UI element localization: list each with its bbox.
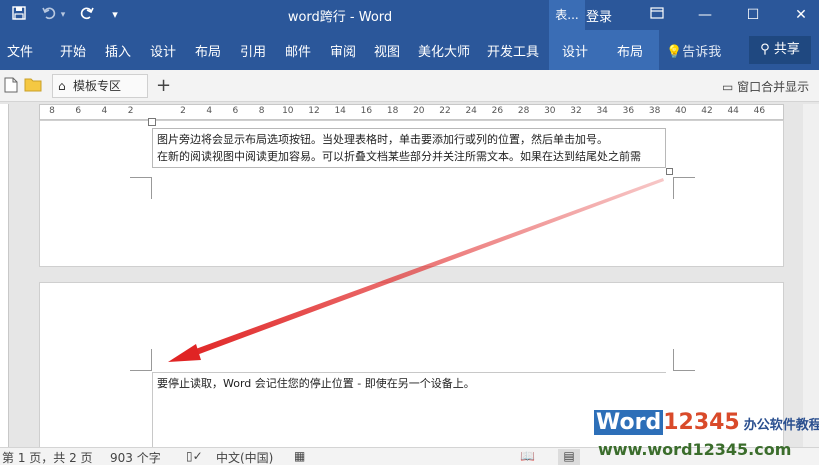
read-mode-icon[interactable]: 📖	[520, 449, 535, 463]
annotation-arrow	[168, 178, 664, 362]
word-count[interactable]: 903 个字	[110, 449, 161, 465]
language-indicator[interactable]: 中文(中国)	[216, 449, 273, 465]
watermark-logo: Word12345 办公软件教程	[594, 410, 819, 435]
site-watermark: Word12345 办公软件教程 www.word12345.com	[594, 410, 819, 462]
print-layout-icon[interactable]: ▤	[558, 449, 580, 465]
macro-icon[interactable]: ▦	[294, 449, 305, 463]
vertical-scrollbar[interactable]	[803, 104, 819, 450]
page-count[interactable]: 第 1 页，共 2 页	[2, 449, 93, 465]
watermark-url: www.word12345.com	[598, 440, 792, 459]
proofing-icon[interactable]: ▯✓	[186, 449, 203, 463]
